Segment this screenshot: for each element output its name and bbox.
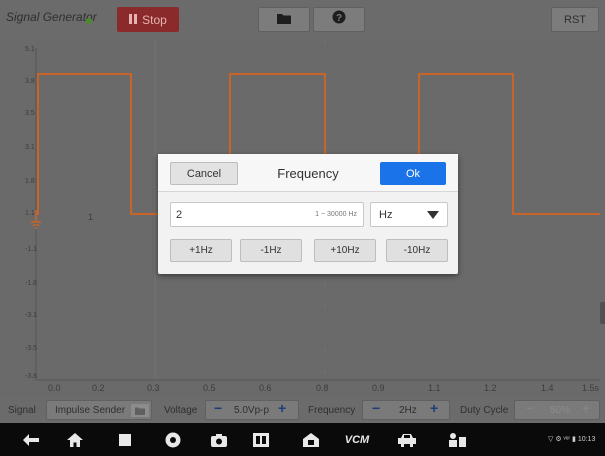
home-icon[interactable]	[64, 430, 86, 450]
y-tick-label: 3.8	[25, 78, 35, 85]
plus-1hz-button[interactable]: +1Hz	[170, 239, 232, 262]
pause-icon	[129, 13, 138, 27]
camera-icon[interactable]	[208, 430, 230, 450]
svg-text:?: ?	[336, 13, 342, 24]
signal-value: Impulse Sender	[55, 405, 126, 416]
x-tick-label: 0.5	[203, 383, 216, 393]
y-tick-label: -3.8	[25, 373, 38, 380]
x-tick-label: 0.2	[92, 383, 105, 393]
y-tick-label: 1.8	[25, 178, 35, 185]
car-icon[interactable]	[396, 430, 418, 450]
signal-label: Signal	[8, 405, 36, 416]
x-tick-label: 0.3	[147, 383, 160, 393]
minus-1hz-button[interactable]: -1Hz	[240, 239, 302, 262]
open-folder-button[interactable]	[258, 7, 310, 32]
vci-home-icon[interactable]	[300, 430, 322, 450]
system-nav-bar: VCM ▽ ⚙ ᵛᵉʳ ▮ 10:13	[0, 423, 605, 456]
plus-10hz-button[interactable]: +10Hz	[314, 239, 376, 262]
y-tick-label: 5.1	[25, 46, 35, 53]
help-icon: ?	[332, 10, 346, 29]
chrome-icon[interactable]	[162, 430, 184, 450]
vcm-label: VCM	[344, 434, 370, 446]
y-tick-label: -3.5	[25, 345, 38, 352]
app-title: Signal Generator	[6, 10, 97, 24]
y-tick-label: 3.5	[25, 110, 35, 117]
remote-diagnosis-icon[interactable]	[446, 430, 468, 450]
folder-icon	[277, 11, 291, 29]
unit-select-value: Hz	[379, 209, 393, 221]
frequency-input-value: 2	[176, 209, 183, 221]
frequency-increase-button[interactable]: +	[430, 400, 438, 416]
duty-decrease-button[interactable]: −	[526, 400, 534, 416]
x-tick-label: 1.2	[484, 383, 497, 393]
help-button[interactable]: ?	[313, 7, 365, 32]
voltage-decrease-button[interactable]: −	[214, 400, 222, 416]
x-tick-label: 1.4	[541, 383, 554, 393]
frequency-input[interactable]: 2 1 ~ 30000 Hz	[170, 202, 364, 227]
y-tick-label: -3.1	[25, 312, 38, 319]
voltage-label: Voltage	[164, 405, 198, 416]
stop-button[interactable]: Stop	[117, 7, 179, 32]
y-tick-label: 3.1	[25, 144, 35, 151]
voltage-increase-button[interactable]: +	[278, 400, 286, 416]
screen-record-icon[interactable]	[250, 430, 272, 450]
frequency-value: 2Hz	[399, 405, 417, 416]
x-tick-label: 0.9	[372, 383, 385, 393]
frequency-label: Frequency	[308, 405, 356, 416]
frequency-dialog: Cancel Frequency Ok 2 1 ~ 30000 Hz Hz +1…	[158, 154, 458, 274]
voltage-value: 5.0Vp-p	[234, 405, 270, 416]
status-bar-info: ▽ ⚙ ᵛᵉʳ ▮ 10:13	[548, 436, 596, 443]
vcm-icon[interactable]: VCM	[344, 430, 370, 450]
ok-button[interactable]: Ok	[380, 162, 446, 185]
minus-10hz-button[interactable]: -10Hz	[386, 239, 448, 262]
top-toolbar: Signal Generator Stop ? RST	[0, 0, 605, 40]
x-tick-label: 1.5s	[582, 383, 600, 393]
x-tick-label: 0.8	[316, 383, 329, 393]
unit-select[interactable]: Hz	[370, 202, 448, 227]
cancel-button[interactable]: Cancel	[170, 162, 238, 185]
frequency-decrease-button[interactable]: −	[372, 400, 380, 416]
x-tick-label: 0.6	[259, 383, 272, 393]
y-tick-label: -1.1	[25, 246, 38, 253]
y-tick-label: 1.1	[25, 210, 35, 217]
folder-icon[interactable]	[131, 404, 149, 417]
stop-label: Stop	[142, 12, 167, 27]
x-tick-label: 0.0	[48, 383, 61, 393]
duty-increase-button[interactable]: +	[582, 400, 590, 416]
rst-button[interactable]: RST	[551, 7, 599, 32]
duty-cycle-label: Duty Cycle	[460, 405, 509, 416]
dialog-title: Frequency	[277, 166, 339, 181]
y-tick-label: -1.8	[25, 280, 38, 287]
marker-label: 1	[88, 212, 94, 222]
dialog-header: Cancel Frequency Ok	[158, 154, 458, 192]
recent-apps-icon[interactable]	[114, 430, 136, 450]
duty-cycle-value: 50%	[550, 405, 571, 416]
side-panel-handle[interactable]	[600, 302, 605, 324]
chevron-down-icon[interactable]	[419, 207, 447, 223]
back-icon[interactable]	[20, 430, 42, 450]
signal-controls: Signal Impulse Sender Voltage − 5.0Vp-p …	[0, 397, 605, 423]
connection-status-icon	[86, 18, 92, 24]
signal-select[interactable]: Impulse Sender	[46, 400, 152, 420]
frequency-range-hint: 1 ~ 30000 Hz	[315, 211, 357, 218]
x-tick-label: 1.1	[428, 383, 441, 393]
